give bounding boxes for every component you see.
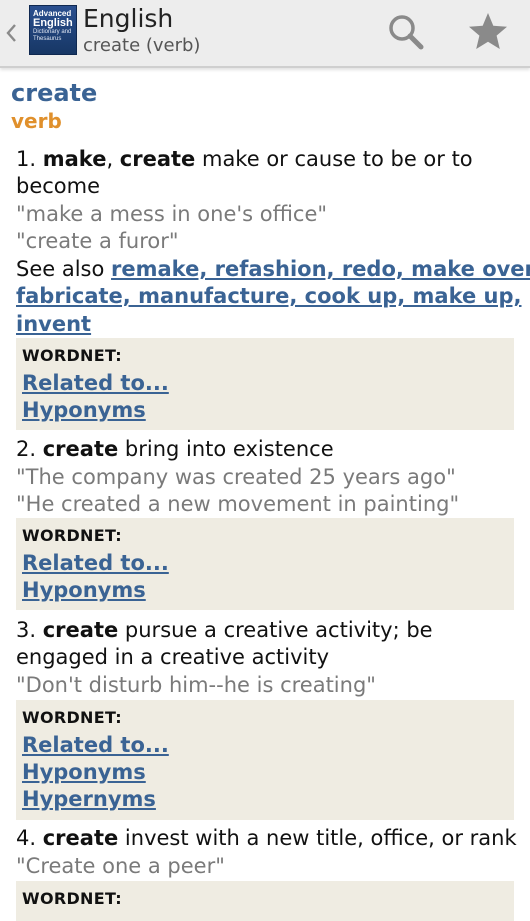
see-also-line: fabricate, manufacture, cook up, make up… bbox=[16, 283, 522, 310]
see-also-link[interactable]: invent bbox=[16, 312, 91, 336]
logo-line-2: English bbox=[33, 17, 73, 29]
wordnet-box: WORDNET: Related to... Hyponyms bbox=[16, 518, 514, 610]
chevron-left-icon-svg bbox=[6, 24, 16, 42]
wordnet-label: WORDNET: bbox=[22, 889, 123, 908]
star-icon bbox=[469, 13, 507, 49]
app-subtitle: create (verb) bbox=[83, 35, 201, 56]
favorite-button[interactable] bbox=[467, 10, 509, 52]
sense-number: 2. bbox=[16, 437, 37, 461]
chevron-left-icon[interactable] bbox=[4, 18, 18, 48]
sense-word: create bbox=[42, 618, 119, 642]
see-also-label: See also bbox=[16, 257, 105, 281]
sense-word: create bbox=[119, 147, 196, 171]
sense-1-definition: 1. make, create make or cause to be or t… bbox=[16, 146, 530, 200]
see-also-line: invent bbox=[16, 311, 91, 338]
sense-3-definition: 3. create pursue a creative activity; be… bbox=[16, 617, 514, 671]
example-text: "make a mess in one's office" bbox=[16, 202, 328, 226]
logo-line-3: Dictionary and bbox=[33, 29, 72, 35]
wordnet-box: WORDNET: Related to... Hyponyms bbox=[16, 338, 514, 430]
hyponyms-link[interactable]: Hyponyms bbox=[22, 759, 146, 786]
definition-text: invest with a new title, office, or rank bbox=[124, 826, 517, 850]
part-of-speech: verb bbox=[11, 109, 62, 133]
related-to-link[interactable]: Related to... bbox=[22, 550, 169, 577]
logo-line-4: Thesaurus bbox=[33, 36, 62, 42]
app-title: English bbox=[83, 4, 174, 33]
example-text: "Don't disturb him--he is creating" bbox=[16, 673, 376, 697]
definition-text: bring into existence bbox=[124, 437, 334, 461]
wordnet-label: WORDNET: bbox=[22, 346, 123, 365]
hyponyms-link[interactable]: Hyponyms bbox=[22, 397, 146, 424]
hypernyms-link[interactable]: Hypernyms bbox=[22, 786, 156, 813]
wordnet-label: WORDNET: bbox=[22, 708, 123, 727]
wordnet-label: WORDNET: bbox=[22, 526, 123, 545]
wordnet-box: WORDNET: bbox=[16, 881, 514, 921]
sense-number: 1. bbox=[16, 147, 37, 171]
see-also-link[interactable]: fabricate, manufacture, cook up, make up… bbox=[16, 284, 522, 308]
search-button[interactable] bbox=[386, 12, 426, 52]
example-text: "He created a new movement in painting" bbox=[16, 492, 460, 516]
sense-number: 3. bbox=[16, 618, 37, 642]
sense-word: create bbox=[42, 826, 119, 850]
example-text: "Create one a peer" bbox=[16, 854, 225, 878]
hyponyms-link[interactable]: Hyponyms bbox=[22, 577, 146, 604]
search-icon bbox=[389, 15, 424, 50]
related-to-link[interactable]: Related to... bbox=[22, 370, 169, 397]
word-separator: , bbox=[106, 147, 120, 171]
see-also-link[interactable]: remake, refashion, redo, make over bbox=[111, 257, 530, 281]
sense-word: make bbox=[42, 147, 107, 171]
action-bar: Advanced English Dictionary and Thesauru… bbox=[0, 0, 530, 68]
wordnet-box: WORDNET: Related to... Hyponyms Hypernym… bbox=[16, 700, 514, 820]
headword: create bbox=[11, 79, 98, 107]
app-logo[interactable]: Advanced English Dictionary and Thesauru… bbox=[29, 5, 77, 55]
see-also-line: See also remake, refashion, redo, make o… bbox=[16, 256, 530, 283]
sense-number: 4. bbox=[16, 826, 37, 850]
example-text: "create a furor" bbox=[16, 229, 179, 253]
example-text: "The company was created 25 years ago" bbox=[16, 465, 456, 489]
related-to-link[interactable]: Related to... bbox=[22, 732, 169, 759]
sense-2-definition: 2. create bring into existence bbox=[16, 436, 334, 463]
sense-4-definition: 4. create invest with a new title, offic… bbox=[16, 825, 517, 852]
sense-word: create bbox=[42, 437, 119, 461]
